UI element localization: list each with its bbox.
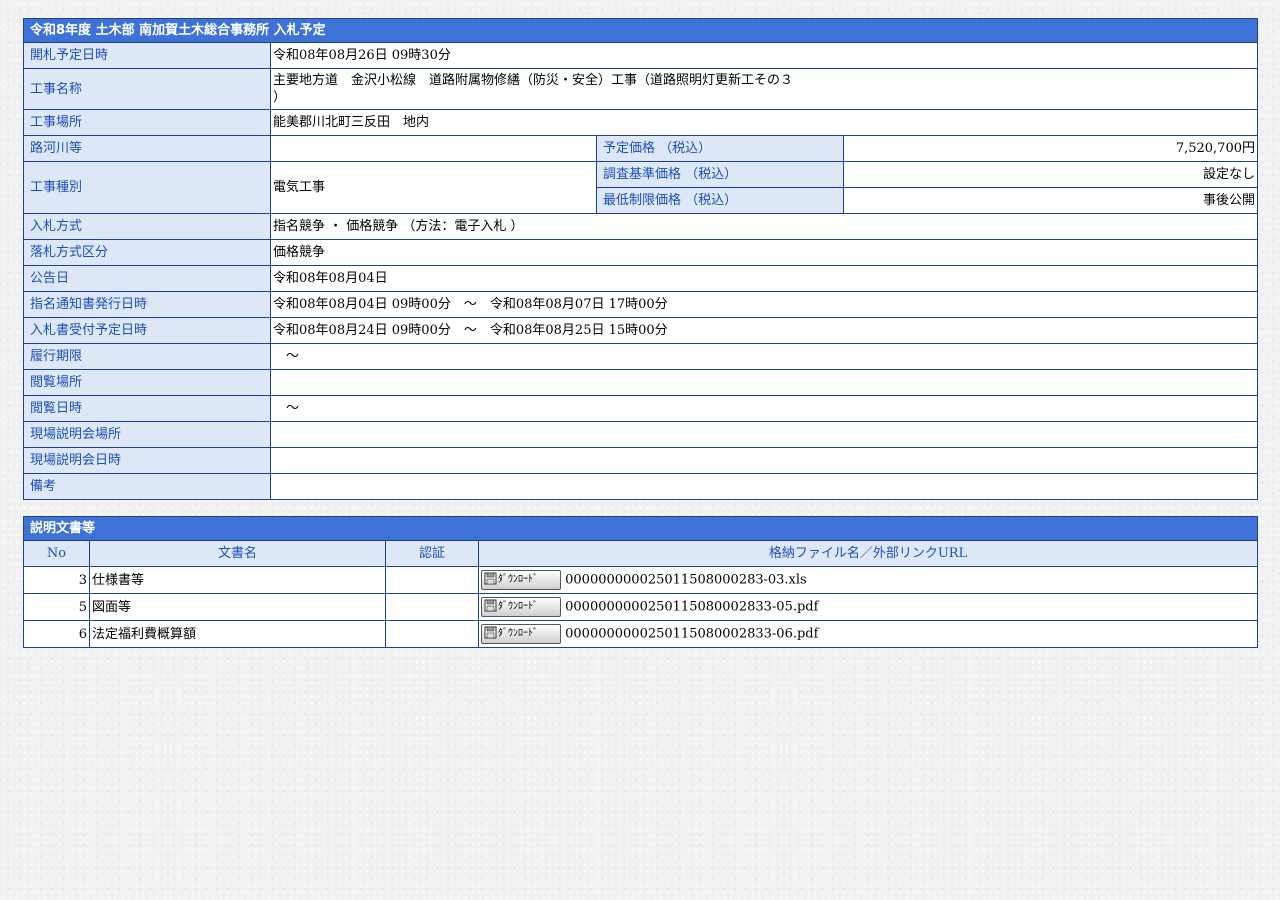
table-row: 6 法定福利費概算額 ﾀﾞｳﾝﾛｰﾄﾞ 00000000002501150800… (23, 620, 1259, 648)
work-name-value: 主要地方道 金沢小松線 道路附属物修繕（防災・安全）工事（道路照明灯更新工その３… (270, 68, 1258, 110)
col-header-doc-name: 文書名 (89, 540, 386, 567)
doc-no: 5 (23, 593, 90, 621)
download-button-label: ﾀﾞｳﾝﾛｰﾄﾞ (498, 574, 538, 585)
notice-date-value: 令和08年08月04日 (270, 265, 1258, 292)
viewing-datetime-value: ～ (270, 395, 1258, 422)
documents-table-title: 説明文書等 (22, 516, 1259, 541)
work-name-line2: ） (273, 90, 287, 105)
performance-period-value: ～ (270, 343, 1258, 370)
briefing-place-value (270, 421, 1258, 448)
planned-price-value: 7,520,700円 (843, 135, 1258, 162)
download-icon (484, 572, 497, 585)
viewing-place-value (270, 369, 1258, 396)
doc-name: 図面等 (89, 593, 386, 621)
bid-reception-value: 令和08年08月24日 09時00分 ～ 令和08年08月25日 15時00分 (270, 317, 1258, 344)
table-row: 3 仕様書等 ﾀﾞｳﾝﾛｰﾄﾞ 00000000002501150800028З… (23, 566, 1259, 594)
min-price-label: 最低制限価格 （税込） (596, 187, 844, 214)
doc-file-cell: ﾀﾞｳﾝﾛｰﾄﾞ 0000000000250115080002833-06.pd… (477, 620, 1259, 648)
col-header-file: 格納ファイル名／外部リンクURL (477, 540, 1259, 567)
bid-table-title: 令和8年度 土木部 南加賀土木総合事務所 入札予定 (23, 18, 1258, 43)
bid-reception-label: 入札書受付予定日時 (23, 317, 271, 344)
viewing-datetime-label: 閲覧日時 (23, 395, 271, 422)
table-row: 5 図面等 ﾀﾞｳﾝﾛｰﾄﾞ 0000000000250115080002833… (23, 593, 1259, 621)
survey-price-value: 設定なし (843, 161, 1258, 188)
planned-price-label: 予定価格 （税込） (596, 135, 844, 162)
river-label: 路河川等 (23, 135, 271, 162)
remarks-label: 備考 (23, 473, 271, 500)
download-button[interactable]: ﾀﾞｳﾝﾛｰﾄﾞ (481, 597, 561, 617)
doc-no: 6 (23, 620, 90, 648)
doc-file-cell: ﾀﾞｳﾝﾛｰﾄﾞ 00000000002501150800028З-03.xls (477, 566, 1259, 594)
briefing-datetime-value (270, 447, 1258, 474)
doc-file-name: 00000000002501150800028З-03.xls (565, 572, 807, 588)
doc-name: 法定福利費概算額 (89, 620, 386, 648)
nomination-notice-value: 令和08年08月04日 09時00分 ～ 令和08年08月07日 17時00分 (270, 291, 1258, 318)
doc-file-cell: ﾀﾞｳﾝﾛｰﾄﾞ 0000000000250115080002833-05.pd… (477, 593, 1259, 621)
doc-cert (385, 566, 479, 594)
nomination-notice-label: 指名通知書発行日時 (23, 291, 271, 318)
page-container: 令和8年度 土木部 南加賀土木総合事務所 入札予定 開札予定日時 令和08年08… (22, 18, 1259, 648)
opening-datetime-value: 令和08年08月26日 09時30分 (270, 42, 1258, 69)
doc-no: 3 (23, 566, 90, 594)
doc-name: 仕様書等 (89, 566, 386, 594)
download-button[interactable]: ﾀﾞｳﾝﾛｰﾄﾞ (481, 624, 561, 644)
work-type-value: 電気工事 (270, 161, 597, 214)
min-price-value: 事後公開 (843, 187, 1258, 214)
col-header-cert: 認証 (385, 540, 479, 567)
notice-date-label: 公告日 (23, 265, 271, 292)
work-place-label: 工事場所 (23, 109, 271, 136)
documents-table: 説明文書等 No 文書名 認証 格納ファイル名／外部リンクURL 3 仕様書等 … (22, 516, 1259, 648)
download-button[interactable]: ﾀﾞｳﾝﾛｰﾄﾞ (481, 570, 561, 590)
briefing-place-label: 現場説明会場所 (23, 421, 271, 448)
download-button-label: ﾀﾞｳﾝﾛｰﾄﾞ (498, 628, 538, 639)
performance-period-label: 履行期限 (23, 343, 271, 370)
award-type-label: 落札方式区分 (23, 239, 271, 266)
work-type-label: 工事種別 (23, 161, 271, 214)
download-button-label: ﾀﾞｳﾝﾛｰﾄﾞ (498, 601, 538, 612)
col-header-no: No (23, 540, 90, 567)
bid-method-value: 指名競争 ・ 価格競争 （方法：電子入札 ） (270, 213, 1258, 240)
download-icon (484, 599, 497, 612)
work-name-label: 工事名称 (23, 68, 271, 110)
bid-schedule-table: 令和8年度 土木部 南加賀土木総合事務所 入札予定 開札予定日時 令和08年08… (23, 18, 1258, 500)
award-type-value: 価格競争 (270, 239, 1258, 266)
download-icon (484, 626, 497, 639)
opening-datetime-label: 開札予定日時 (23, 42, 271, 69)
work-name-line1: 主要地方道 金沢小松線 道路附属物修繕（防災・安全）工事（道路照明灯更新工その３ (273, 73, 794, 88)
doc-file-name: 0000000000250115080002833-06.pdf (565, 626, 819, 642)
briefing-datetime-label: 現場説明会日時 (23, 447, 271, 474)
river-value (270, 135, 597, 162)
doc-file-name: 0000000000250115080002833-05.pdf (565, 599, 819, 615)
survey-price-label: 調査基準価格 （税込） (596, 161, 844, 188)
work-place-value: 能美郡川北町三反田 地内 (270, 109, 1258, 136)
doc-cert (385, 620, 479, 648)
viewing-place-label: 閲覧場所 (23, 369, 271, 396)
doc-cert (385, 593, 479, 621)
remarks-value (270, 473, 1258, 500)
bid-method-label: 入札方式 (23, 213, 271, 240)
